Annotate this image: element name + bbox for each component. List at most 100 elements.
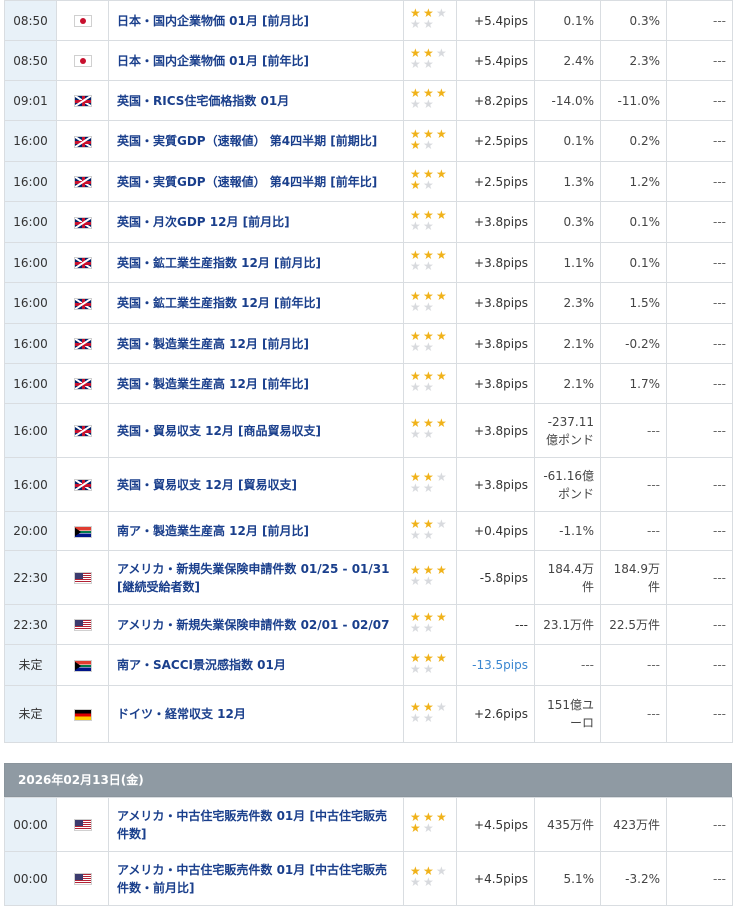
star-icon: ★ — [436, 167, 447, 181]
pips-change: +5.4pips — [456, 40, 535, 81]
result-value: -61.16億 ポンド — [534, 457, 601, 512]
event-link[interactable]: 英国・実質GDP（速報値） 第4四半期 [前年比] — [117, 175, 377, 189]
star-icon: ★ — [423, 427, 434, 441]
forecast-value: --- — [600, 685, 667, 743]
event-name-cell: 英国・実質GDP（速報値） 第4四半期 [前期比] — [108, 120, 404, 162]
calendar-table-day2: 00:00 アメリカ・中古住宅販売件数 01月 [中古住宅販売件数] ★ ★ ★ ★ ★ +4… — [4, 797, 733, 906]
uk-flag-icon — [73, 338, 92, 350]
importance-cell: ★ ★ ★ ★ ★ — [403, 161, 457, 202]
event-link[interactable]: 南ア・製造業生産高 12月 [前月比] — [117, 524, 309, 538]
previous-value: --- — [666, 201, 733, 243]
star-icon: ★ — [410, 481, 421, 495]
star-icon: ★ — [423, 710, 434, 725]
uk-flag-icon — [73, 135, 92, 148]
event-name-cell: 英国・貿易収支 12月 [商品貿易収支] — [108, 403, 404, 458]
importance-cell: ★ ★ ★ ★ ★ — [403, 457, 457, 512]
star-icon: ★ — [436, 46, 447, 60]
event-name-cell: アメリカ・新規失業保険申請件数 01/25 - 01/31 [継続受給者数] — [108, 550, 404, 605]
importance-stars: ★ ★ ★ ★ ★ — [410, 518, 450, 541]
calendar-table-day1: 08:50 日本・国内企業物価 01月 [前月比] ★ ★ ★ ★ ★ +5.4pips 0.1… — [4, 0, 733, 743]
event-time: 16:00 — [4, 363, 57, 404]
event-link[interactable]: アメリカ・中古住宅販売件数 01月 [中古住宅販売件数・前月比] — [117, 863, 387, 895]
country-flag-cell — [56, 851, 109, 906]
result-value: 435万件 — [534, 797, 601, 852]
event-link[interactable]: 日本・国内企業物価 01月 [前年比] — [117, 54, 309, 68]
event-link[interactable]: アメリカ・中古住宅販売件数 01月 [中古住宅販売件数] — [117, 809, 387, 841]
country-flag-cell — [56, 685, 109, 743]
star-icon: ★ — [436, 86, 447, 100]
star-icon: ★ — [423, 340, 434, 354]
previous-value: --- — [666, 403, 733, 458]
country-flag-cell — [56, 201, 109, 243]
uk-flag-icon — [73, 95, 92, 107]
forecast-value: -3.2% — [600, 851, 667, 906]
importance-stars: ★ ★ ★ ★ ★ — [410, 167, 450, 192]
previous-value: --- — [666, 0, 733, 41]
country-flag-cell — [56, 120, 109, 162]
previous-value: --- — [666, 604, 733, 645]
us-flag-icon — [73, 572, 92, 584]
star-icon: ★ — [410, 137, 421, 152]
forecast-value: 2.3% — [600, 40, 667, 81]
country-flag-cell — [56, 644, 109, 686]
star-icon: ★ — [423, 875, 434, 889]
event-link[interactable]: 英国・月次GDP 12月 [前月比] — [117, 215, 290, 229]
event-time: 16:00 — [4, 282, 57, 324]
event-time: 未定 — [4, 685, 57, 743]
previous-value: --- — [666, 457, 733, 512]
importance-cell: ★ ★ ★ ★ ★ — [403, 685, 457, 743]
event-link[interactable]: ドイツ・経常収支 12月 — [117, 707, 246, 721]
event-link[interactable]: 英国・鉱工業生産指数 12月 [前年比] — [117, 296, 321, 310]
star-icon: ★ — [436, 416, 447, 430]
previous-value: --- — [666, 644, 733, 686]
event-link[interactable]: 英国・貿易収支 12月 [商品貿易収支] — [117, 424, 321, 438]
pips-change: +3.8pips — [456, 242, 535, 283]
star-icon: ★ — [423, 574, 434, 588]
result-value: 184.4万 件 — [534, 550, 601, 605]
star-icon: ★ — [423, 178, 434, 192]
star-icon: ★ — [423, 57, 434, 71]
star-icon: ★ — [436, 288, 447, 303]
event-row: 20:00 南ア・製造業生産高 12月 [前月比] ★ ★ ★ ★ ★ +0.4pips -1.… — [4, 511, 733, 551]
event-time: 08:50 — [4, 40, 57, 81]
event-link[interactable]: 日本・国内企業物価 01月 [前月比] — [117, 14, 309, 28]
result-value: 2.1% — [534, 323, 601, 364]
previous-value: --- — [666, 80, 733, 121]
previous-value: --- — [666, 161, 733, 202]
event-time: 16:00 — [4, 120, 57, 162]
event-name-cell: ドイツ・経常収支 12月 — [108, 685, 404, 743]
economic-calendar: 08:50 日本・国内企業物価 01月 [前月比] ★ ★ ★ ★ ★ +5.4pips 0.1… — [4, 0, 733, 906]
event-link[interactable]: アメリカ・新規失業保険申請件数 01/25 - 01/31 [継続受給者数] — [117, 562, 389, 594]
event-link[interactable]: アメリカ・新規失業保険申請件数 02/01 - 02/07 — [117, 618, 389, 632]
south-africa-flag-icon — [73, 659, 92, 672]
event-row: 16:00 英国・貿易収支 12月 [貿易収支] ★ ★ ★ ★ ★ +3.8pips -61.… — [4, 457, 733, 512]
pips-change: +3.8pips — [456, 403, 535, 458]
event-link[interactable]: 英国・鉱工業生産指数 12月 [前月比] — [117, 256, 321, 270]
event-row: 08:50 日本・国内企業物価 01月 [前月比] ★ ★ ★ ★ ★ +5.4pips 0.1… — [4, 0, 733, 41]
event-row: 16:00 英国・実質GDP（速報値） 第4四半期 [前年比] ★ ★ ★ ★ ★ +2.5p… — [4, 161, 733, 202]
event-link[interactable]: 英国・貿易収支 12月 [貿易収支] — [117, 478, 297, 492]
germany-flag-icon — [73, 708, 92, 721]
star-icon: ★ — [423, 621, 434, 635]
event-time: 22:30 — [4, 550, 57, 605]
forecast-value: 1.7% — [600, 363, 667, 404]
importance-cell: ★ ★ ★ ★ ★ — [403, 851, 457, 906]
pips-change: -5.8pips — [456, 550, 535, 605]
star-icon: ★ — [436, 470, 447, 484]
event-row: 22:30 アメリカ・新規失業保険申請件数 02/01 - 02/07 ★ ★ ★ ★ ★ -… — [4, 604, 733, 645]
forecast-value: --- — [600, 644, 667, 686]
us-flag-icon — [73, 819, 92, 831]
importance-stars: ★ ★ ★ ★ ★ — [410, 86, 450, 110]
forecast-value: 0.2% — [600, 120, 667, 162]
pips-change: +2.5pips — [456, 161, 535, 202]
importance-cell: ★ ★ ★ ★ ★ — [403, 644, 457, 686]
result-value: 151億ユ ーロ — [534, 685, 601, 743]
event-link[interactable]: 英国・製造業生産高 12月 [前年比] — [117, 377, 309, 391]
event-link[interactable]: 英国・RICS住宅価格指数 01月 — [117, 94, 289, 108]
event-link[interactable]: 英国・実質GDP（速報値） 第4四半期 [前期比] — [117, 134, 377, 148]
event-link[interactable]: 英国・製造業生産高 12月 [前月比] — [117, 337, 309, 351]
event-link[interactable]: 南ア・SACCI景況感指数 01月 — [117, 658, 286, 672]
star-icon: ★ — [410, 299, 421, 314]
pips-change: +4.5pips — [456, 851, 535, 906]
pips-change: +0.4pips — [456, 511, 535, 551]
